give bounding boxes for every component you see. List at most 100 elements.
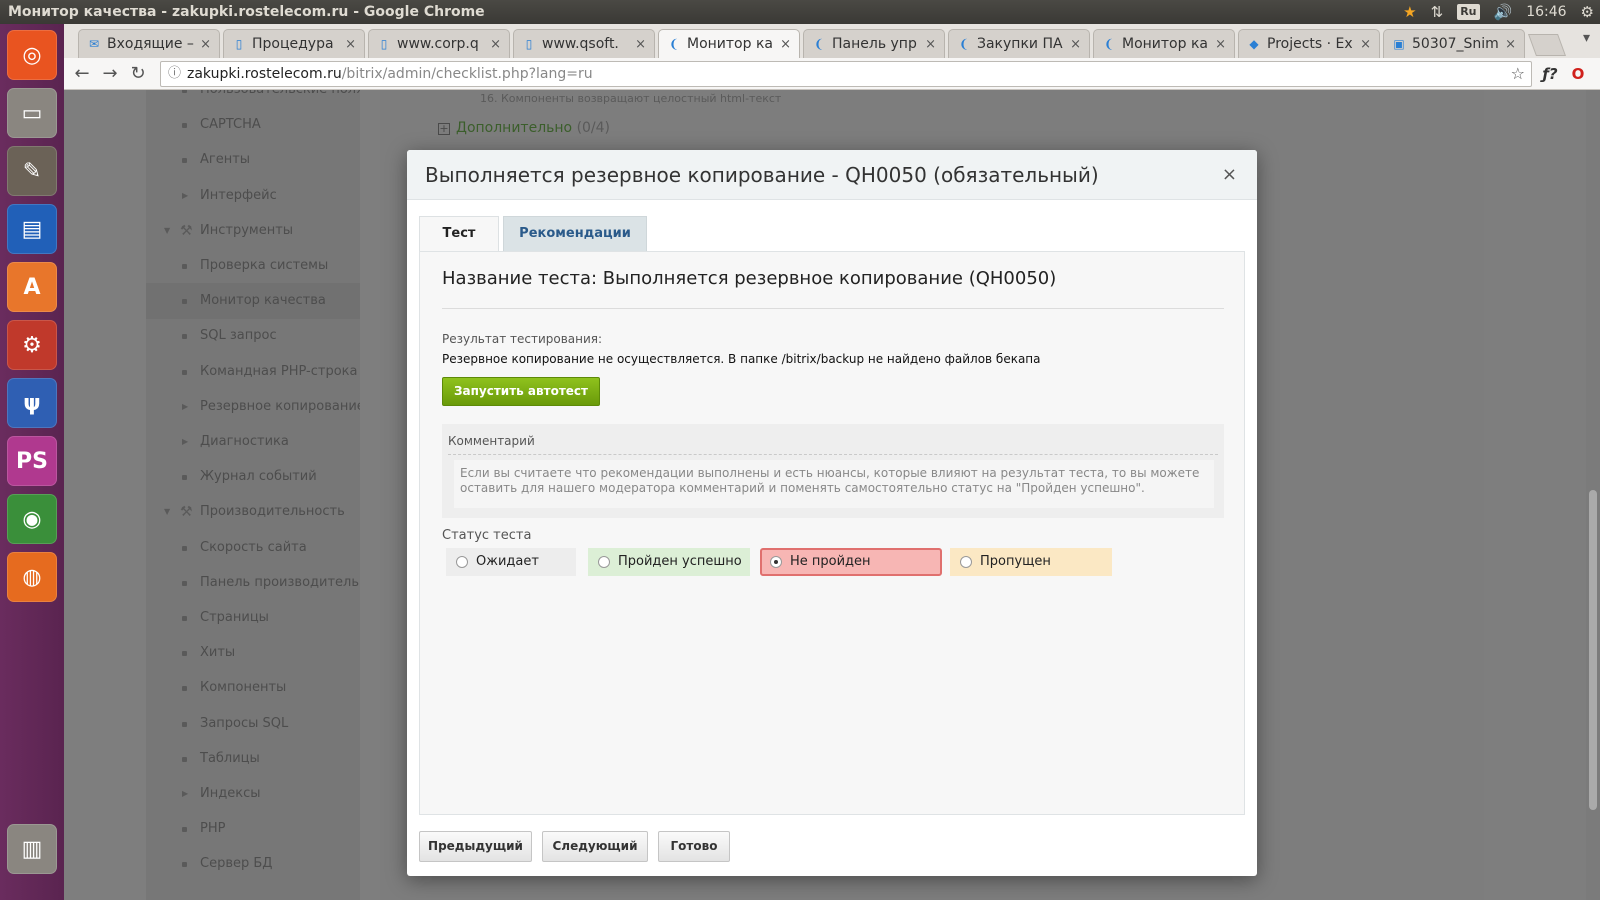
tab-close-icon[interactable]: × [925, 37, 936, 52]
scrollbar-thumb[interactable] [1589, 490, 1597, 810]
sidebar-item[interactable]: Хиты [146, 635, 360, 671]
system-settings-icon[interactable]: ⚙ [7, 320, 57, 370]
keyboard-layout-indicator[interactable]: Ru [1457, 4, 1480, 20]
sidebar-item[interactable]: ▶ Индексы [146, 776, 360, 812]
browser-tab[interactable]: ▯ www.qsoft. × [513, 29, 655, 58]
tab-close-icon[interactable]: × [1360, 37, 1371, 52]
back-icon[interactable]: ← [70, 62, 94, 86]
tab-close-icon[interactable]: × [1505, 37, 1516, 52]
browser-tab[interactable]: ◆ Projects · Ex × [1238, 29, 1380, 58]
close-icon[interactable]: × [1222, 164, 1237, 185]
window-controls[interactable]: ▾ [1583, 30, 1590, 46]
sidebar-item[interactable]: ▶ Интерфейс [146, 178, 360, 214]
tab-close-icon[interactable]: × [780, 37, 791, 52]
sidebar-item[interactable]: Журнал событий [146, 459, 360, 495]
tab-recommendations[interactable]: Рекомендации [503, 216, 647, 252]
status-option-failed[interactable]: Не пройден [760, 548, 942, 576]
browser-tab[interactable]: ❨ Панель упр × [803, 29, 945, 58]
status-option-passed[interactable]: Пройден успешно [588, 548, 750, 576]
sidebar-item-label: CAPTCHA [200, 117, 261, 133]
tab-favicon-icon: ◆ [1249, 37, 1259, 51]
tab-close-icon[interactable]: × [1215, 37, 1226, 52]
browser-tab[interactable]: ▣ 50307_Snim × [1383, 29, 1525, 58]
comment-textarea[interactable]: Если вы считаете что рекомендации выполн… [454, 460, 1214, 508]
status-option-waiting[interactable]: Ожидает [446, 548, 576, 576]
gear-icon[interactable]: ⚙ [1581, 0, 1594, 24]
tab-close-icon[interactable]: × [1070, 37, 1081, 52]
new-tab-button[interactable] [1527, 34, 1567, 56]
chrome-icon[interactable]: ◉ [7, 494, 57, 544]
browser-tab[interactable]: ▯ www.corp.q × [368, 29, 510, 58]
collapse-arrow-icon[interactable]: ▼ [164, 494, 170, 530]
extension-icon[interactable]: ⚑ [1594, 62, 1600, 86]
browser-tab[interactable]: ❨ Монитор ка × [1093, 29, 1235, 58]
writer-icon[interactable]: ▤ [7, 204, 57, 254]
browser-tab[interactable]: ❨ Закупки ПА × [948, 29, 1090, 58]
firefox-icon[interactable]: ◍ [7, 552, 57, 602]
browser-tab[interactable]: ▯ Процедура × [223, 29, 365, 58]
files-icon[interactable]: ▭ [7, 88, 57, 138]
forward-icon[interactable]: → [98, 62, 122, 86]
sidebar-item[interactable]: Сервер БД [146, 846, 360, 882]
sidebar-item[interactable]: ▶ Резервное копирование [146, 389, 360, 425]
next-button[interactable]: Следующий [542, 831, 648, 862]
tab-close-icon[interactable]: × [635, 37, 646, 52]
sidebar-item[interactable]: SQL запрос [146, 318, 360, 354]
tab-test[interactable]: Тест [419, 216, 499, 252]
volume-icon[interactable]: 🔊 [1494, 0, 1513, 24]
previous-button[interactable]: Предыдущий [419, 831, 532, 862]
page-scrollbar[interactable] [1586, 90, 1600, 900]
expand-arrow-icon[interactable]: ▶ [182, 178, 188, 214]
sidebar-item[interactable]: Страницы [146, 600, 360, 636]
sidebar-item[interactable]: ▼ ⚒ Производительность [146, 494, 360, 530]
run-autotest-button[interactable]: Запустить автотест [442, 377, 600, 406]
phpstorm-icon[interactable]: PS [7, 436, 57, 486]
sidebar-item[interactable]: ▼ ⚒ Инструменты [146, 213, 360, 249]
reload-icon[interactable]: ↻ [126, 62, 150, 86]
sidebar-item[interactable]: Компоненты [146, 670, 360, 706]
browser-tab[interactable]: ✉ Входящие – × [78, 29, 220, 58]
sidebar-item[interactable]: Таблицы [146, 741, 360, 777]
trash-icon[interactable]: ▥ [7, 824, 57, 874]
status-option-skipped[interactable]: Пропущен [950, 548, 1112, 576]
sidebar-item[interactable]: Панель производительнос [146, 565, 360, 601]
sidebar-item[interactable]: Агенты [146, 142, 360, 178]
clock[interactable]: 16:46 [1526, 0, 1566, 24]
collapse-arrow-icon[interactable]: ▼ [164, 213, 170, 249]
tab-close-icon[interactable]: × [200, 37, 211, 52]
info-icon[interactable]: ⓘ [168, 62, 181, 86]
sidebar-item[interactable]: ▶ Диагностика [146, 424, 360, 460]
sidebar-item[interactable]: Запросы SQL [146, 706, 360, 742]
tab-label: Процедура [252, 36, 334, 52]
browser-tab[interactable]: ❨ Монитор ка × [658, 29, 800, 58]
unity-launcher: ◎ ▭ ✎ ▤ A ⚙ ψ PS ◉ ◍ ▥ [0, 24, 64, 900]
sidebar-item[interactable]: Проверка системы [146, 248, 360, 284]
radio-button[interactable] [456, 556, 468, 568]
done-button[interactable]: Готово [658, 831, 730, 862]
fx-extension-icon[interactable]: ƒ? [1538, 62, 1562, 86]
sidebar-item[interactable]: Монитор качества [146, 283, 360, 320]
psi-icon[interactable]: ψ [7, 378, 57, 428]
expand-arrow-icon[interactable]: ▶ [182, 776, 188, 812]
gimp-icon[interactable]: ✎ [7, 146, 57, 196]
expand-arrow-icon[interactable]: ▶ [182, 389, 188, 425]
radio-button[interactable] [598, 556, 610, 568]
sidebar-item[interactable]: Пользовательские поля [146, 90, 360, 108]
sidebar-item[interactable]: Скорость сайта [146, 530, 360, 566]
bookmark-star-icon[interactable]: ☆ [1511, 62, 1525, 86]
tab-close-icon[interactable]: × [345, 37, 356, 52]
ubuntu-dash-icon[interactable]: ◎ [7, 30, 57, 80]
checklist-section-additional[interactable]: + Дополнительно (0/4) [438, 120, 610, 136]
radio-button[interactable] [770, 556, 782, 568]
address-bar[interactable]: ⓘ zakupki.rostelecom.ru/bitrix/admin/che… [160, 61, 1532, 87]
opera-extension-icon[interactable]: O [1566, 62, 1590, 86]
sidebar-item[interactable]: PHP [146, 811, 360, 847]
expand-arrow-icon[interactable]: ▶ [182, 424, 188, 460]
sidebar-item[interactable]: CAPTCHA [146, 107, 360, 143]
software-center-icon[interactable]: A [7, 262, 57, 312]
radio-button[interactable] [960, 556, 972, 568]
network-icon[interactable]: ⇅ [1431, 0, 1444, 24]
tab-close-icon[interactable]: × [490, 37, 501, 52]
sidebar-item[interactable]: Командная PHP-строка [146, 354, 360, 390]
star-icon[interactable]: ★ [1403, 0, 1416, 24]
